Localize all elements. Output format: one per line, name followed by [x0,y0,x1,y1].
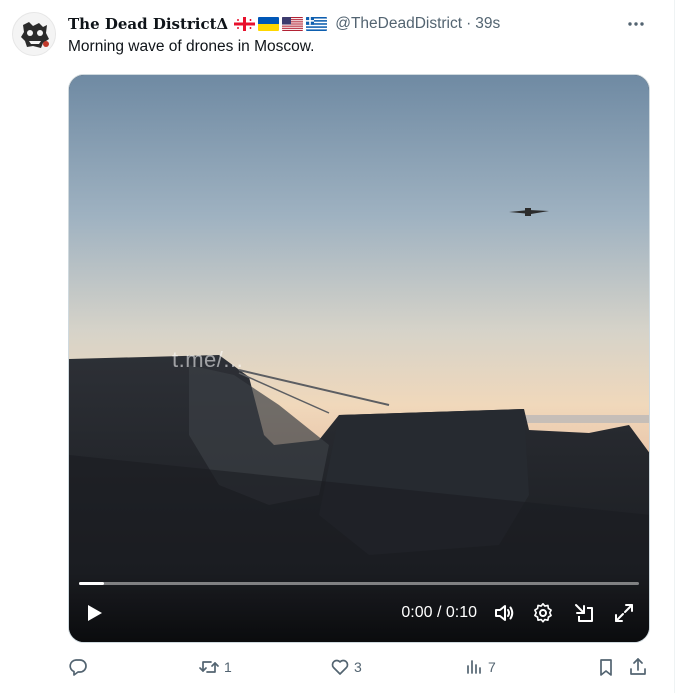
bookmark-button[interactable] [596,656,616,678]
usa-flag-icon [282,17,304,31]
volume-icon [495,605,514,621]
user-handle[interactable]: @TheDeadDistrict [335,15,462,33]
bookmark-icon [600,659,612,676]
tweet: The Dead DistrictΔ @TheDeadDistrict · 39… [0,0,675,693]
play-icon [88,605,102,621]
progress-fill [79,582,105,585]
georgia-flag-icon [234,17,256,31]
fullscreen-icon [615,604,633,622]
share-icon [630,658,646,675]
reply-button[interactable] [68,656,92,678]
more-options-button[interactable] [624,12,648,36]
separator-dot: · [466,15,472,32]
video-frame [69,75,649,642]
video-player[interactable]: t.me/... 0:00 / 0:10 [68,74,650,643]
ukraine-flag-icon [258,17,280,31]
play-button[interactable] [81,600,107,626]
volume-button[interactable] [491,600,517,626]
repost-button[interactable]: 1 [198,656,232,678]
tweet-timestamp[interactable]: 39s [475,15,500,33]
action-bar: 1 3 7 [68,656,653,680]
repost-icon [199,661,219,673]
avatar[interactable] [12,12,56,56]
like-count: 3 [354,659,362,675]
tweet-text: Morning wave of drones in Moscow. [68,38,315,55]
video-watermark: t.me/... [172,347,244,372]
settings-icon [534,602,552,623]
display-name[interactable]: The Dead DistrictΔ [68,15,228,33]
picture-in-picture-button[interactable] [571,600,597,626]
fullscreen-button[interactable] [611,600,637,626]
settings-button[interactable] [530,600,556,626]
like-button[interactable]: 3 [330,656,362,678]
video-controls: 0:00 / 0:10 [69,572,649,642]
video-time: 0:00 / 0:10 [401,604,477,621]
flag-emojis [234,17,328,31]
views-count: 7 [488,659,496,675]
views-button[interactable]: 7 [464,656,496,678]
progress-bar[interactable] [79,582,639,585]
picture-in-picture-icon [575,604,593,622]
views-icon [467,660,481,674]
repost-count: 1 [224,659,232,675]
like-icon [331,659,349,675]
share-button[interactable] [628,656,648,678]
reply-icon [69,659,87,676]
greece-flag-icon [306,17,328,31]
more-icon [628,22,644,26]
tweet-header: The Dead DistrictΔ @TheDeadDistrict · 39… [68,13,500,35]
